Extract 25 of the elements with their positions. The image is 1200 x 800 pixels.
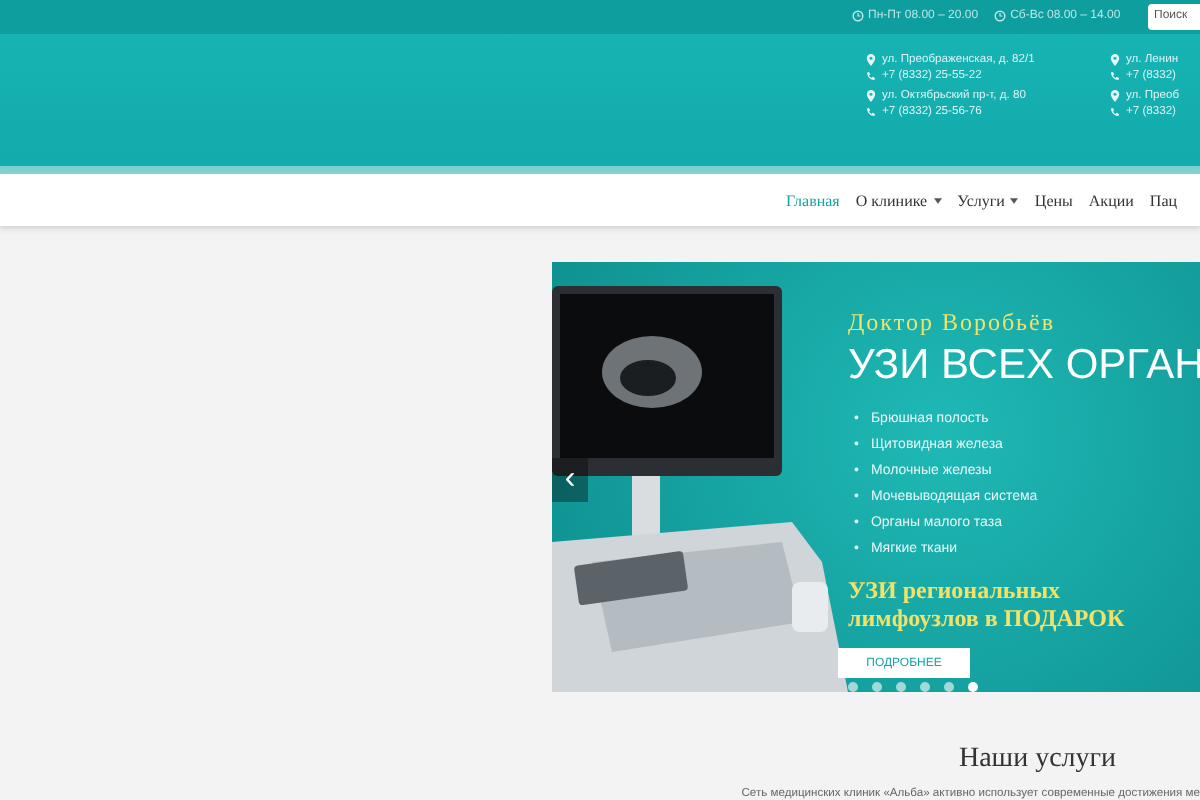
- section-title: Наши услуги: [958, 744, 1116, 776]
- phone-icon: [866, 69, 876, 82]
- slide-dot[interactable]: [848, 682, 858, 692]
- phone-icon: [866, 105, 876, 118]
- nav-link[interactable]: О клинике: [855, 191, 942, 210]
- phone-icon: [1110, 69, 1120, 82]
- nav-link[interactable]: Пац: [1149, 191, 1178, 210]
- slide-dot[interactable]: [896, 682, 906, 692]
- nav-link[interactable]: Цены: [1034, 191, 1073, 210]
- promo-text: УЗИ региональных лимфоузлов в ПОДАРОК: [848, 576, 1127, 632]
- location-pin-icon: [866, 53, 876, 66]
- slide-dot[interactable]: [968, 682, 978, 692]
- location-pin-icon: [866, 89, 876, 102]
- phone-icon: [1110, 105, 1120, 118]
- previous-slide-button[interactable]: ‹: [552, 458, 588, 502]
- slide-subtitle: Доктор Воробьёв: [848, 308, 1058, 338]
- nav-link[interactable]: Услуги: [957, 191, 1019, 210]
- slide-dot[interactable]: [920, 682, 930, 692]
- clock-icon: [852, 10, 864, 23]
- clock-icon: [994, 10, 1007, 23]
- slide-dot[interactable]: [944, 682, 954, 692]
- location-pin-icon: [1110, 53, 1120, 66]
- nav-link[interactable]: Акции: [1088, 191, 1134, 210]
- location-pin-icon: [1110, 89, 1120, 102]
- slide-dot[interactable]: [872, 682, 882, 692]
